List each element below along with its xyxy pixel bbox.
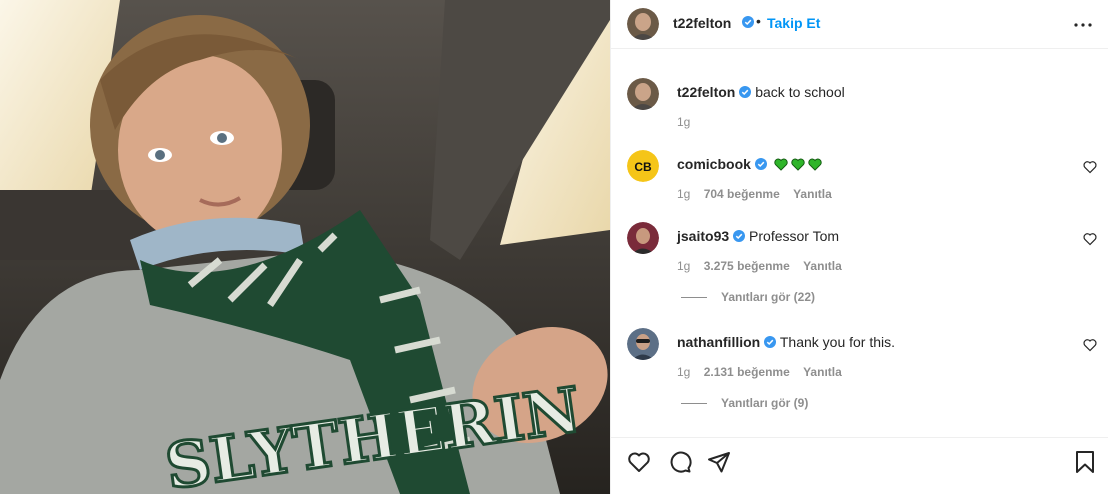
comment-meta: 1g 2.131 beğenme Yanıtla <box>677 365 852 379</box>
replies-divider <box>681 403 707 405</box>
comment-likes[interactable]: 704 beğenme <box>704 187 780 201</box>
caption-text: back to school <box>755 84 845 100</box>
bookmark-icon[interactable] <box>1073 450 1097 474</box>
caption-line: t22felton back to school <box>677 84 845 100</box>
comment-like-heart-icon[interactable] <box>1083 232 1097 246</box>
commenter-avatar[interactable]: CB <box>627 150 659 182</box>
commenter-username[interactable]: comicbook <box>677 156 751 172</box>
green-heart-icon <box>774 158 788 171</box>
more-options-icon[interactable] <box>1073 15 1093 35</box>
commenter-username[interactable]: jsaito93 <box>677 228 729 244</box>
comment-time[interactable]: 1g <box>677 187 690 201</box>
view-replies-label: Yanıtları gör (9) <box>721 396 809 410</box>
comment-meta: 1g 704 beğenme Yanıtla <box>677 187 842 201</box>
commenter-avatar[interactable] <box>627 328 659 360</box>
comment-row: jsaito93 Professor Tom 1g 3.275 beğenme … <box>611 222 1108 273</box>
caption-meta: 1g <box>677 115 700 129</box>
view-replies-label: Yanıtları gör (22) <box>721 290 816 304</box>
comment-text: Professor Tom <box>749 228 840 244</box>
reply-button[interactable]: Yanıtla <box>793 187 832 201</box>
comment-row: nathanfillion Thank you for this. 1g 2.1… <box>611 328 1108 379</box>
verified-badge-icon <box>733 230 746 242</box>
heart-icon[interactable] <box>627 450 651 474</box>
post-side-panel: t22felton • Takip Et t22felton back to s… <box>610 0 1108 494</box>
comment-line: jsaito93 Professor Tom <box>677 228 839 244</box>
commenter-username[interactable]: nathanfillion <box>677 334 760 350</box>
reply-button[interactable]: Yanıtla <box>803 259 842 273</box>
verified-badge-icon <box>754 158 767 170</box>
comment-like-heart-icon[interactable] <box>1083 338 1097 352</box>
verified-badge-icon <box>764 336 777 348</box>
view-replies-button[interactable]: Yanıtları gör (9) <box>681 396 808 410</box>
comment-time[interactable]: 1g <box>677 365 690 379</box>
verified-badge-icon <box>739 86 752 98</box>
post-header: t22felton • Takip Et <box>611 0 1108 49</box>
post-photo[interactable]: SLYTHERIN <box>0 0 610 494</box>
author-username[interactable]: t22felton <box>673 15 731 31</box>
comment-time[interactable]: 1g <box>677 259 690 273</box>
caption-avatar[interactable] <box>627 78 659 110</box>
green-heart-icon <box>791 158 805 171</box>
comicbook-logo-text: CB <box>634 160 652 174</box>
comment-line: comicbook <box>677 156 822 172</box>
caption-row: t22felton back to school 1g <box>611 78 1108 129</box>
view-replies-button[interactable]: Yanıtları gör (22) <box>681 290 815 304</box>
caption-time[interactable]: 1g <box>677 115 690 129</box>
verified-badge-icon <box>742 16 754 28</box>
reply-button[interactable]: Yanıtla <box>803 365 842 379</box>
post-image: SLYTHERIN <box>0 0 610 494</box>
comment-like-heart-icon[interactable] <box>1083 160 1097 174</box>
comment-row: CB comicbook 1g 704 beğenme Yanıtla <box>611 150 1108 201</box>
commenter-avatar[interactable] <box>627 222 659 254</box>
comment-likes[interactable]: 3.275 beğenme <box>704 259 790 273</box>
comment-likes[interactable]: 2.131 beğenme <box>704 365 790 379</box>
follow-button[interactable]: Takip Et <box>767 15 820 31</box>
green-heart-icon <box>808 158 822 171</box>
post-actions <box>611 437 1108 494</box>
caption-username[interactable]: t22felton <box>677 84 735 100</box>
share-icon[interactable] <box>707 450 731 474</box>
comment-icon[interactable] <box>668 450 692 474</box>
replies-divider <box>681 297 707 299</box>
author-avatar[interactable] <box>627 8 659 40</box>
comment-text: Thank you for this. <box>779 334 896 350</box>
comment-meta: 1g 3.275 beğenme Yanıtla <box>677 259 852 273</box>
separator-dot: • <box>756 13 761 29</box>
comment-line: nathanfillion Thank you for this. <box>677 334 895 350</box>
